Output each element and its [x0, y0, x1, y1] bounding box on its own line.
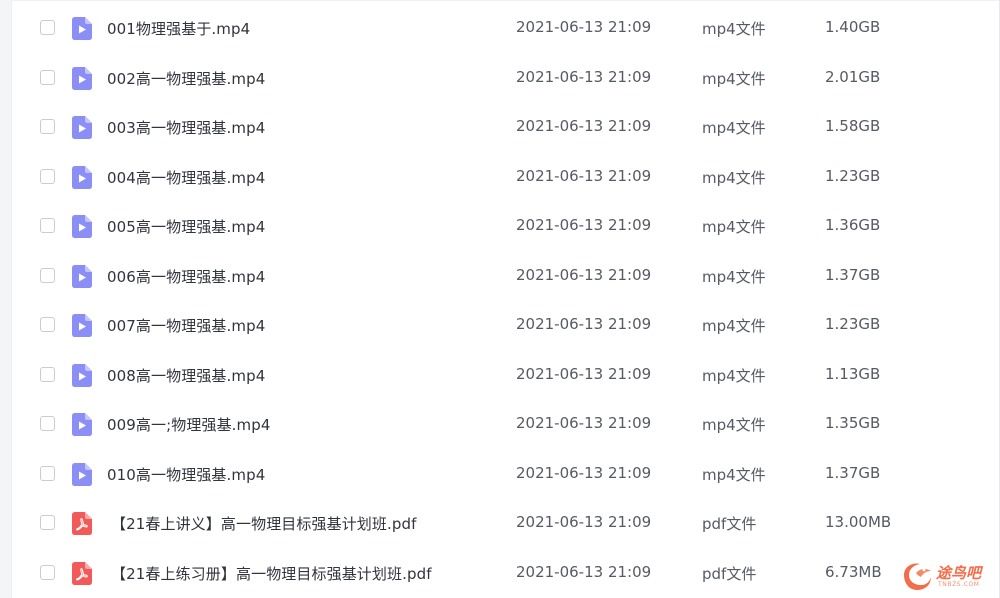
file-size: 6.73MB: [825, 562, 882, 581]
file-size: 1.23GB: [825, 166, 881, 185]
file-row[interactable]: 002高一物理强基.mp4 2021-06-13 21:09 mp4文件 2.0…: [12, 54, 999, 104]
video-file-icon: [72, 413, 92, 436]
file-type: mp4文件: [702, 20, 766, 38]
file-size: 13.00MB: [825, 513, 892, 531]
file-name[interactable]: 007高一物理强基.mp4: [107, 315, 265, 336]
file-name[interactable]: 008高一物理强基.mp4: [107, 365, 265, 386]
row-checkbox[interactable]: [40, 168, 55, 184]
file-date: 2021-06-13 21:09: [516, 265, 652, 284]
file-row[interactable]: 003高一物理强基.mp4 2021-06-13 21:09 mp4文件 1.5…: [12, 103, 999, 153]
file-name[interactable]: 010高一物理强基.mp4: [107, 464, 265, 485]
file-row[interactable]: 005高一物理强基.mp4 2021-06-13 21:09 mp4文件 1.3…: [12, 202, 999, 252]
file-date: 2021-06-13 21:09: [516, 364, 652, 383]
watermark: 途鸟吧 TNBZS.COM: [900, 559, 992, 593]
row-checkbox[interactable]: [40, 564, 55, 580]
file-type: mp4文件: [702, 416, 766, 434]
file-date: 2021-06-13 21:09: [516, 117, 652, 135]
file-name[interactable]: 005高一物理强基.mp4: [107, 216, 265, 237]
video-file-icon: [72, 264, 92, 288]
file-name[interactable]: 【21春上练习册】高一物理目标强基计划班.pdf: [111, 563, 432, 584]
video-file-icon: [72, 314, 92, 337]
file-row[interactable]: 010高一物理强基.mp4 2021-06-13 21:09 mp4文件 1.3…: [12, 450, 999, 500]
video-file-icon: [72, 66, 92, 90]
file-type: mp4文件: [702, 465, 766, 484]
video-file-icon: [72, 215, 92, 238]
video-file-icon: [72, 17, 92, 40]
row-checkbox[interactable]: [40, 20, 55, 35]
video-file-icon: [72, 462, 92, 486]
row-checkbox[interactable]: [40, 267, 55, 283]
file-type: mp4文件: [702, 317, 766, 335]
pdf-file-icon: [72, 561, 92, 585]
file-name[interactable]: 004高一物理强基.mp4: [107, 167, 265, 188]
file-date: 2021-06-13 21:09: [516, 216, 652, 234]
video-file-icon: [72, 116, 92, 139]
file-row[interactable]: 【21春上讲义】高一物理目标强基计划班.pdf 2021-06-13 21:09…: [12, 499, 999, 549]
watermark-text: 途鸟吧: [936, 564, 982, 582]
bird-logo-icon: [904, 563, 931, 590]
file-name[interactable]: 006高一物理强基.mp4: [107, 266, 265, 287]
file-name[interactable]: 001物理强基于.mp4: [107, 18, 250, 39]
file-row[interactable]: 006高一物理强基.mp4 2021-06-13 21:09 mp4文件 1.3…: [12, 252, 999, 302]
row-checkbox[interactable]: [40, 218, 55, 233]
file-type: pdf文件: [702, 564, 757, 583]
file-row[interactable]: 004高一物理强基.mp4 2021-06-13 21:09 mp4文件 1.2…: [12, 153, 999, 203]
file-size: 1.40GB: [825, 18, 881, 36]
row-checkbox[interactable]: [40, 465, 55, 481]
row-checkbox[interactable]: [40, 416, 55, 431]
file-name[interactable]: 003高一物理强基.mp4: [107, 117, 265, 138]
watermark-subtext: TNBZS.COM: [938, 581, 980, 588]
file-date: 2021-06-13 21:09: [516, 463, 652, 482]
divider: [11, 0, 1000, 1]
sidebar-edge: [0, 0, 12, 598]
file-date: 2021-06-13 21:09: [516, 18, 652, 36]
file-date: 2021-06-13 21:09: [516, 166, 652, 185]
file-row[interactable]: 001物理强基于.mp4 2021-06-13 21:09 mp4文件 1.40…: [12, 4, 999, 54]
row-checkbox[interactable]: [40, 317, 55, 332]
file-size: 1.13GB: [825, 364, 881, 383]
file-size: 1.37GB: [825, 265, 881, 284]
file-type: mp4文件: [702, 168, 766, 187]
file-type: pdf文件: [702, 515, 757, 533]
file-name[interactable]: 【21春上讲义】高一物理目标强基计划班.pdf: [111, 513, 416, 534]
file-list: 001物理强基于.mp4 2021-06-13 21:09 mp4文件 1.40…: [12, 4, 999, 598]
file-type: mp4文件: [702, 119, 766, 137]
file-date: 2021-06-13 21:09: [516, 67, 652, 86]
file-type: mp4文件: [702, 69, 766, 88]
file-size: 1.37GB: [825, 463, 881, 482]
file-name[interactable]: 002高一物理强基.mp4: [107, 68, 265, 89]
file-size: 1.36GB: [825, 216, 881, 234]
file-size: 1.23GB: [825, 315, 881, 333]
file-size: 2.01GB: [825, 67, 881, 86]
file-row[interactable]: 009高一;物理强基.mp4 2021-06-13 21:09 mp4文件 1.…: [12, 400, 999, 450]
row-checkbox[interactable]: [40, 515, 55, 530]
file-type: mp4文件: [702, 218, 766, 236]
file-date: 2021-06-13 21:09: [516, 513, 652, 531]
file-date: 2021-06-13 21:09: [516, 414, 652, 432]
file-size: 1.35GB: [825, 414, 881, 432]
file-size: 1.58GB: [825, 117, 881, 135]
file-row[interactable]: 008高一物理强基.mp4 2021-06-13 21:09 mp4文件 1.1…: [12, 351, 999, 401]
file-row[interactable]: 【21春上练习册】高一物理目标强基计划班.pdf 2021-06-13 21:0…: [12, 549, 999, 598]
video-file-icon: [72, 363, 92, 387]
file-date: 2021-06-13 21:09: [516, 315, 652, 333]
file-type: mp4文件: [702, 366, 766, 385]
row-checkbox[interactable]: [40, 366, 55, 382]
row-checkbox[interactable]: [40, 69, 55, 85]
pdf-file-icon: [72, 512, 92, 535]
file-name[interactable]: 009高一;物理强基.mp4: [107, 414, 271, 435]
file-browser: 001物理强基于.mp4 2021-06-13 21:09 mp4文件 1.40…: [0, 0, 1000, 598]
file-type: mp4文件: [702, 267, 766, 286]
video-file-icon: [72, 165, 92, 189]
row-checkbox[interactable]: [40, 119, 55, 134]
file-date: 2021-06-13 21:09: [516, 562, 652, 581]
file-row[interactable]: 007高一物理强基.mp4 2021-06-13 21:09 mp4文件 1.2…: [12, 301, 999, 351]
